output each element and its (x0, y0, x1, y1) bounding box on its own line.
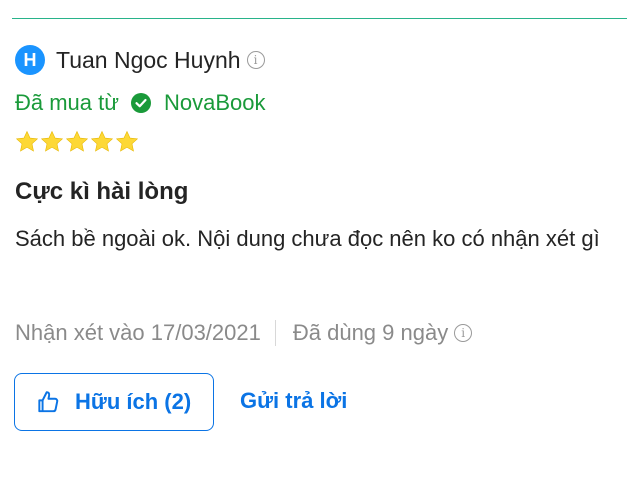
review-meta: Nhận xét vào 17/03/2021 Đã dùng 9 ngày i (15, 318, 473, 348)
meta-separator (274, 320, 276, 346)
info-icon[interactable]: i (246, 51, 265, 69)
reviewer-name[interactable]: Tuan Ngoc Huynh (56, 47, 241, 74)
verified-purchase: Đã mua từ NovaBook (15, 89, 266, 117)
helpful-button[interactable]: Hữu ích (2) (14, 373, 214, 431)
seller-name: NovaBook (163, 90, 266, 115)
thumbs-up-icon (38, 391, 59, 413)
purchase-prefix: Đã mua từ (15, 90, 119, 115)
star-icon (40, 130, 64, 152)
reply-link[interactable]: Gửi trả lời (240, 388, 347, 414)
star-rating (15, 130, 139, 154)
star-icon (15, 130, 39, 152)
review-date: Nhận xét vào 17/03/2021 (15, 320, 261, 345)
review-title: Cực kì hài lòng (15, 178, 189, 205)
star-icon (115, 130, 139, 152)
star-icon (65, 130, 89, 152)
helpful-label: Hữu ích (2) (75, 389, 192, 414)
review-body: Sách bề ngoài ok. Nội dung chưa đọc nên … (15, 226, 600, 251)
usage-duration: Đã dùng 9 ngày (292, 320, 449, 345)
avatar[interactable]: H (15, 45, 45, 75)
reviewer-row: H Tuan Ngoc Huynh i (15, 44, 265, 76)
top-divider (12, 18, 627, 19)
star-icon (90, 130, 114, 152)
check-circle-icon (130, 93, 151, 113)
info-icon[interactable]: i (454, 324, 473, 342)
